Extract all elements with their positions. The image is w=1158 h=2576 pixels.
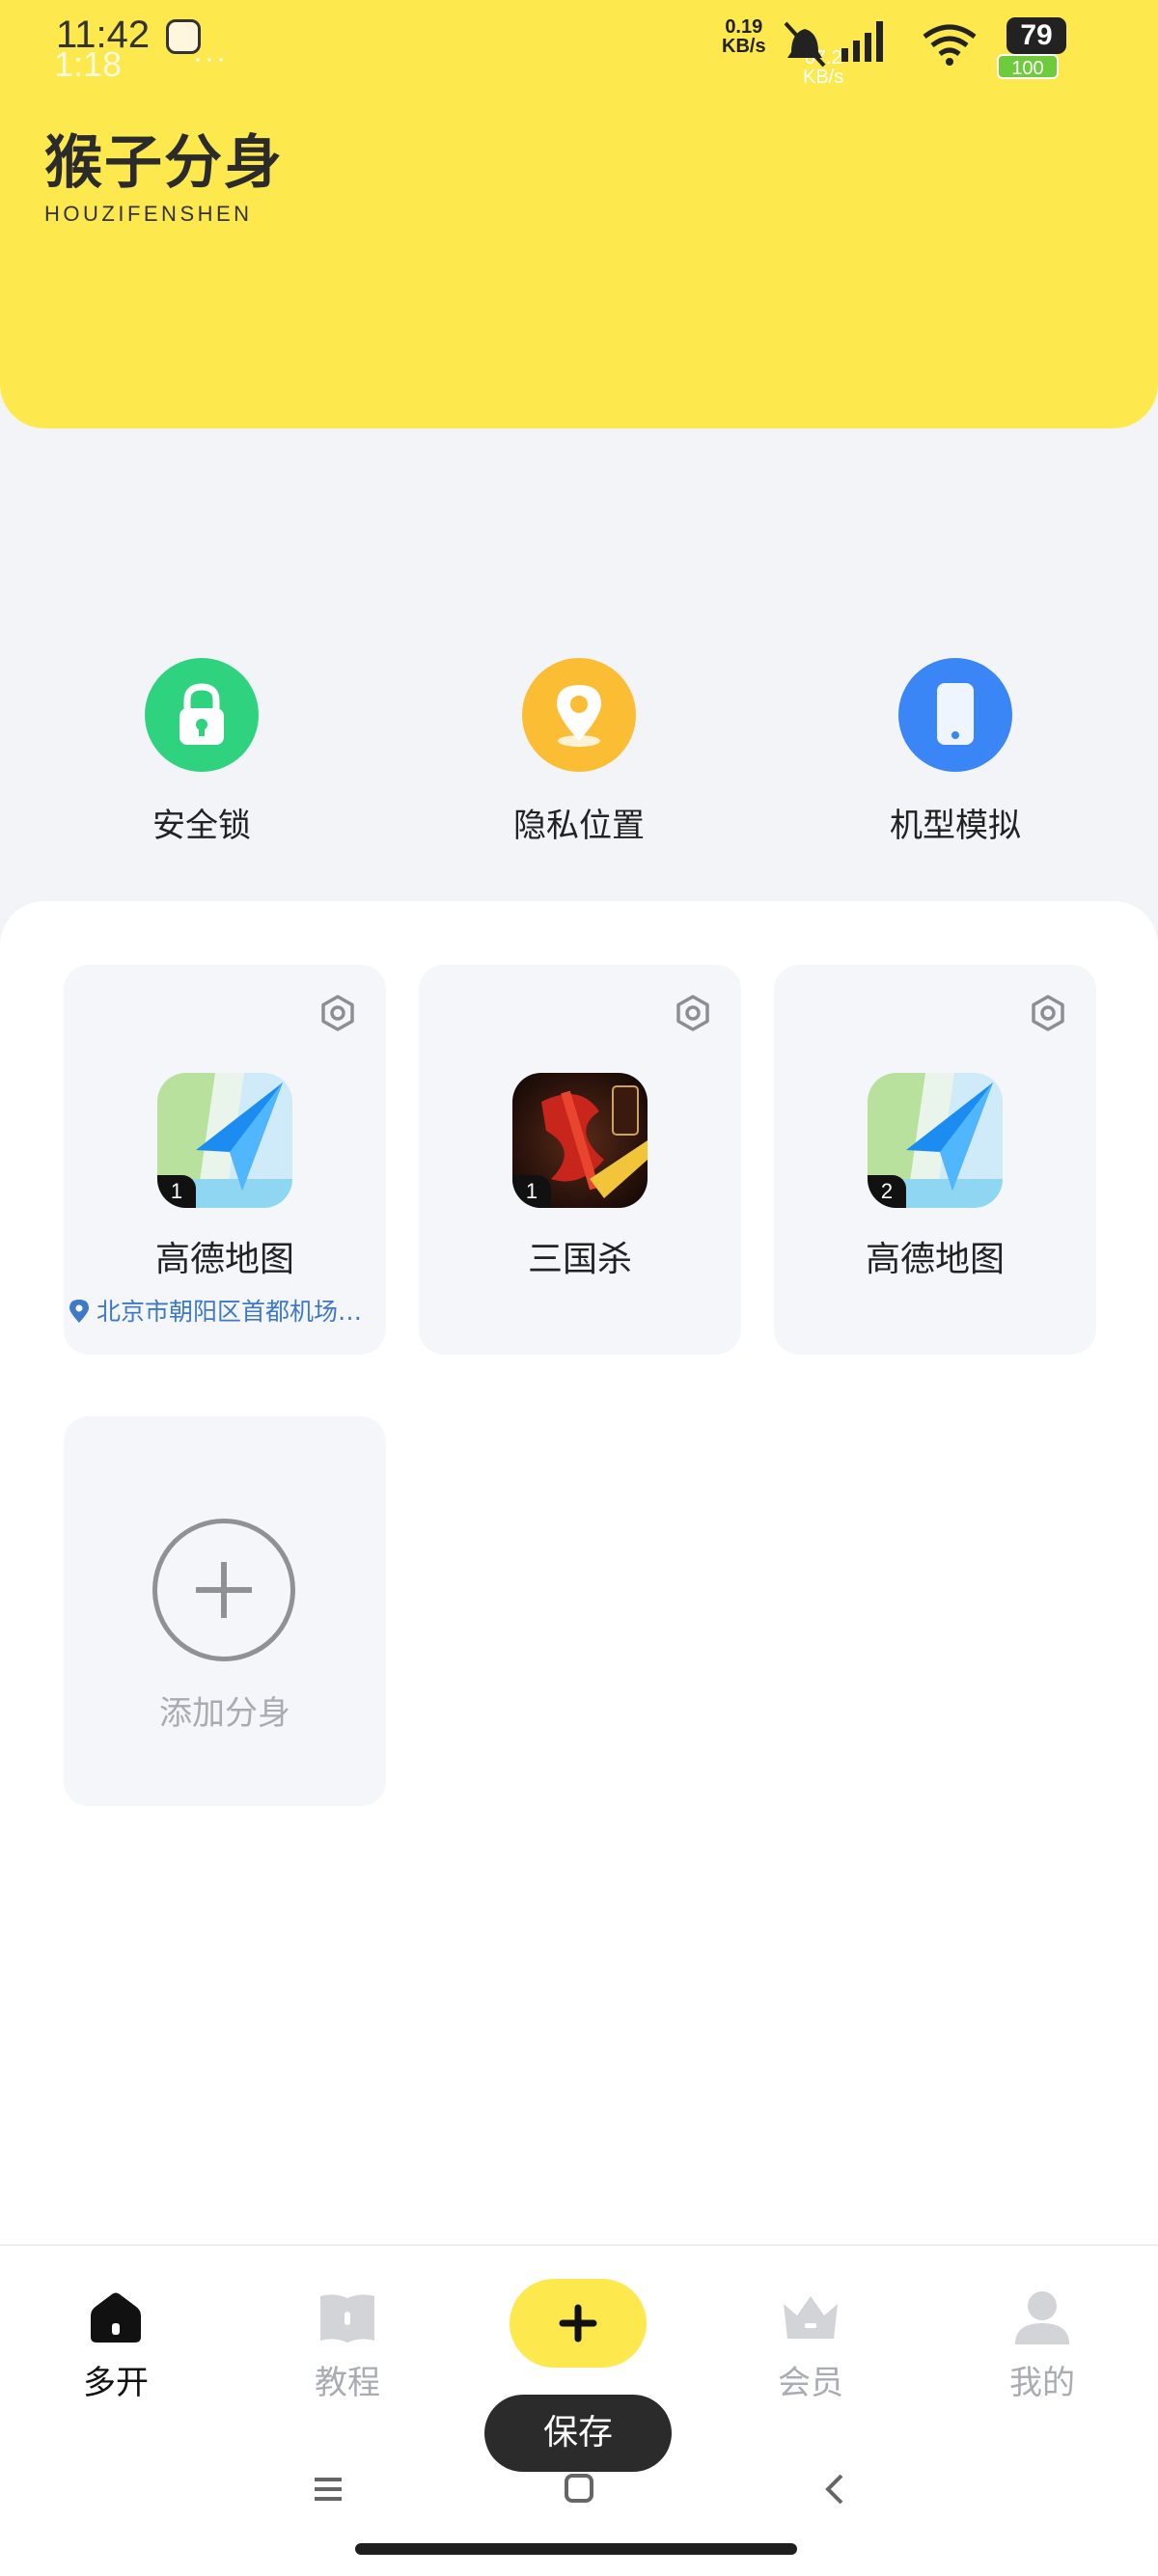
add-clone-label: 添加分身 (159, 1694, 290, 1733)
location-pin-small-icon (69, 1300, 89, 1323)
user-icon (1011, 2287, 1073, 2348)
feature-privacy-location[interactable]: 隐私位置 (473, 658, 685, 846)
nav-label: 我的 (1009, 2364, 1075, 2402)
location-pin-icon (522, 658, 636, 772)
battery-icon: 79 (1006, 17, 1066, 54)
logo-english: HOUZIFENSHEN (44, 202, 253, 226)
app-logo: 猴子分身 HOUZIFENSHEN (44, 116, 284, 227)
nav-tab-member[interactable]: 会员 (733, 2287, 888, 2403)
nav-add-button[interactable] (510, 2279, 647, 2368)
app-location-text: 北京市朝阳区首都机场… (96, 1298, 363, 1326)
signal-icon (841, 21, 883, 62)
feature-label: 安全锁 (152, 807, 251, 845)
app-name: 高德地图 (865, 1240, 1005, 1279)
settings-gear-icon[interactable] (318, 994, 357, 1032)
plus-icon (559, 2304, 597, 2343)
lock-icon (145, 658, 259, 772)
menu-icon (315, 2478, 342, 2501)
sanguosha-icon: 1 (512, 1073, 648, 1208)
nav-tab-multi-open[interactable]: 多开 (39, 2287, 193, 2403)
wifi-icon (923, 24, 977, 57)
book-icon (317, 2287, 378, 2348)
settings-gear-icon[interactable] (1029, 994, 1067, 1032)
settings-gear-icon[interactable] (674, 994, 712, 1032)
nav-tab-mine[interactable]: 我的 (965, 2287, 1119, 2403)
save-toast: 保存 (484, 2395, 672, 2472)
network-speed-unit: KB/s (722, 36, 766, 57)
feature-row: 安全锁 隐私位置 机型模拟 (0, 658, 1158, 851)
app-card-amap-1[interactable]: 1 高德地图 北京市朝阳区首都机场… (64, 965, 386, 1355)
feature-security-lock[interactable]: 安全锁 (96, 658, 308, 846)
network-speed-value: 0.19 (725, 16, 763, 38)
add-clone-card[interactable]: 添加分身 (64, 1416, 386, 1806)
nav-label: 会员 (778, 2364, 843, 2402)
app-card-amap-2[interactable]: 2 高德地图 (774, 965, 1096, 1355)
clone-badge: 1 (512, 1175, 551, 1208)
nav-tab-tutorial[interactable]: 教程 (270, 2287, 425, 2403)
plus-circle-icon (152, 1519, 295, 1661)
battery-overlay: 100 (997, 54, 1059, 79)
feature-label: 隐私位置 (513, 807, 645, 845)
crown-icon (780, 2287, 841, 2348)
phone-icon (898, 658, 1012, 772)
app-name: 三国杀 (527, 1240, 632, 1279)
feature-label: 机型模拟 (890, 807, 1021, 845)
amap-icon: 1 (157, 1073, 292, 1208)
feature-device-model[interactable]: 机型模拟 (849, 658, 1062, 846)
status-bar: 11:42 1:18 ··· 0.19 KB/s 67.2 KB/s 79 10… (0, 0, 1158, 87)
clone-badge: 1 (157, 1175, 196, 1208)
app-card-sanguosha-1[interactable]: 1 三国杀 (419, 965, 741, 1355)
amap-icon: 2 (868, 1073, 1003, 1208)
header-banner: 11:42 1:18 ··· 0.19 KB/s 67.2 KB/s 79 10… (0, 0, 1158, 428)
nav-label: 教程 (315, 2364, 380, 2402)
status-time-overlay: 1:18 (54, 44, 123, 84)
home-square-icon (565, 2474, 593, 2503)
back-icon (825, 2474, 843, 2505)
logo-chinese: 猴子分身 (44, 129, 284, 197)
network-speed: 0.19 KB/s (722, 17, 766, 56)
nav-label: 多开 (83, 2364, 149, 2402)
status-more-dots: ··· (193, 42, 228, 74)
home-icon (85, 2287, 147, 2348)
app-name: 高德地图 (154, 1240, 294, 1279)
mute-bell-icon (784, 21, 826, 68)
home-indicator[interactable] (355, 2543, 797, 2555)
app-location: 北京市朝阳区首都机场… (69, 1293, 380, 1328)
clone-badge: 2 (868, 1175, 906, 1208)
